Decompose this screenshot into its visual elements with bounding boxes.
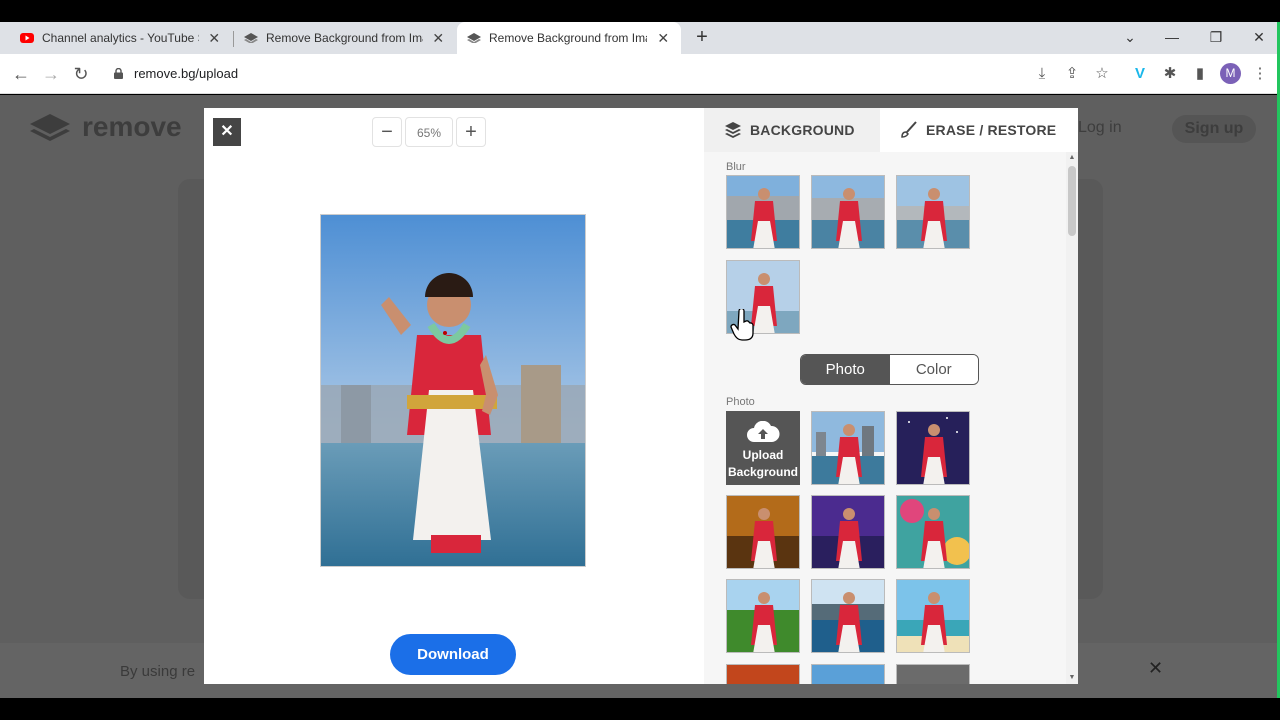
login-link[interactable]: Log in: [1078, 119, 1122, 137]
photo-background-partial[interactable]: [726, 664, 800, 684]
zoom-out-button[interactable]: −: [372, 117, 402, 147]
blur-option-thumbnail[interactable]: [726, 175, 800, 249]
tab-title: Remove Background from Imag: [266, 31, 423, 45]
photo-background-lake[interactable]: [811, 579, 885, 653]
close-tab-icon[interactable]: ✕: [655, 30, 671, 47]
minimize-button[interactable]: —: [1152, 22, 1192, 54]
toggle-color[interactable]: Color: [889, 355, 978, 384]
close-cookie-icon[interactable]: ✕: [1148, 658, 1163, 679]
tab-background[interactable]: BACKGROUND: [704, 108, 880, 152]
tab-removebg-active[interactable]: Remove Background from Imag ✕: [457, 22, 681, 54]
close-tab-icon[interactable]: ✕: [207, 30, 222, 47]
upload-label-line1: Upload: [742, 448, 784, 462]
close-window-button[interactable]: ✕: [1239, 22, 1279, 54]
photo-background-partial[interactable]: [896, 664, 970, 684]
tab-title: Channel analytics - YouTube Stu: [42, 31, 199, 45]
zoom-controls: − 65% +: [372, 117, 486, 147]
scroll-down-arrow-icon[interactable]: ▼: [1068, 674, 1076, 681]
restore-button[interactable]: ❐: [1196, 22, 1236, 54]
lock-icon: [114, 68, 123, 79]
upload-label-line2: Background: [727, 465, 798, 479]
toggle-photo[interactable]: Photo: [801, 355, 890, 384]
tab-title: Remove Background from Imag: [489, 31, 648, 45]
tab-background-label: BACKGROUND: [750, 122, 855, 138]
download-button[interactable]: Download: [390, 634, 516, 675]
image-preview: [320, 214, 586, 567]
side-panel-icon[interactable]: ▮: [1190, 64, 1210, 84]
browser-toolbar: ← → ↻ remove.bg/upload ⤓ ⇪ ☆ V ✱ ▮ M ⋮: [0, 54, 1280, 94]
brush-icon: [901, 121, 917, 138]
extensions-puzzle-icon[interactable]: ✱: [1160, 64, 1180, 84]
tab-erase-restore[interactable]: ERASE / RESTORE: [880, 108, 1078, 152]
back-arrow-icon[interactable]: ←: [9, 62, 33, 86]
site-logo: remove: [30, 111, 182, 143]
photo-background-graffiti[interactable]: [896, 495, 970, 569]
tab-erase-label: ERASE / RESTORE: [926, 122, 1057, 138]
hand-cursor-icon: [730, 309, 754, 341]
new-tab-button[interactable]: +: [690, 25, 714, 49]
logo-text: remove: [82, 111, 182, 142]
share-icon[interactable]: ⇪: [1062, 64, 1082, 84]
reload-icon[interactable]: ↻: [69, 62, 93, 86]
close-modal-button[interactable]: ✕: [213, 118, 241, 146]
photo-background-autumn[interactable]: [726, 495, 800, 569]
photo-section-label: Photo: [726, 396, 755, 408]
photo-background-forest[interactable]: [726, 579, 800, 653]
more-menu-icon[interactable]: ⋮: [1250, 64, 1270, 84]
removebg-icon: [244, 31, 258, 45]
signup-button[interactable]: Sign up: [1172, 115, 1256, 143]
tab-search-icon[interactable]: ⌄: [1110, 22, 1150, 54]
scroll-up-arrow-icon[interactable]: ▲: [1068, 154, 1076, 161]
vimeo-extension-icon[interactable]: V: [1130, 64, 1150, 84]
zoom-value: 65%: [405, 117, 453, 147]
tab-removebg-1[interactable]: Remove Background from Imag ✕: [234, 22, 456, 54]
url-text: remove.bg/upload: [134, 66, 239, 81]
profile-avatar[interactable]: M: [1220, 63, 1241, 84]
bookmark-star-icon[interactable]: ☆: [1092, 64, 1112, 84]
blur-section-label: Blur: [726, 161, 746, 173]
youtube-icon: [20, 31, 34, 45]
editor-modal: ✕ − 65% + Download BACKGROUND ERASE / RE…: [204, 108, 1078, 684]
photo-color-toggle: Photo Color: [800, 354, 979, 385]
background-panel: BACKGROUND ERASE / RESTORE Blur Photo Co…: [704, 108, 1078, 684]
forward-arrow-icon[interactable]: →: [39, 62, 63, 86]
panel-tabs: BACKGROUND ERASE / RESTORE: [704, 108, 1078, 152]
photo-background-partial[interactable]: [811, 664, 885, 684]
photo-background-neon[interactable]: [811, 495, 885, 569]
zoom-in-button[interactable]: +: [456, 117, 486, 147]
upload-background-button[interactable]: Upload Background: [726, 411, 800, 485]
removebg-icon: [467, 31, 481, 45]
browser-tab-strip: Channel analytics - YouTube Stu ✕ Remove…: [0, 22, 1280, 54]
scrollbar-thumb[interactable]: [1068, 166, 1076, 236]
removebg-logo-icon: [30, 114, 70, 141]
address-bar[interactable]: remove.bg/upload: [102, 59, 1119, 89]
cloud-upload-icon: [747, 420, 780, 442]
install-app-icon[interactable]: ⤓: [1032, 64, 1052, 84]
tab-youtube-analytics[interactable]: Channel analytics - YouTube Stu ✕: [10, 22, 232, 54]
layers-icon: [725, 122, 741, 138]
photo-background-night-sky[interactable]: [896, 411, 970, 485]
blur-option-thumbnail[interactable]: [811, 175, 885, 249]
photo-background-city[interactable]: [811, 411, 885, 485]
panel-scrollbar[interactable]: ▲ ▼: [1066, 152, 1078, 684]
cookie-text: By using re: [120, 663, 196, 680]
blur-option-thumbnail[interactable]: [896, 175, 970, 249]
close-tab-icon[interactable]: ✕: [431, 30, 446, 47]
photo-background-beach[interactable]: [896, 579, 970, 653]
screen: Channel analytics - YouTube Stu ✕ Remove…: [0, 0, 1280, 720]
